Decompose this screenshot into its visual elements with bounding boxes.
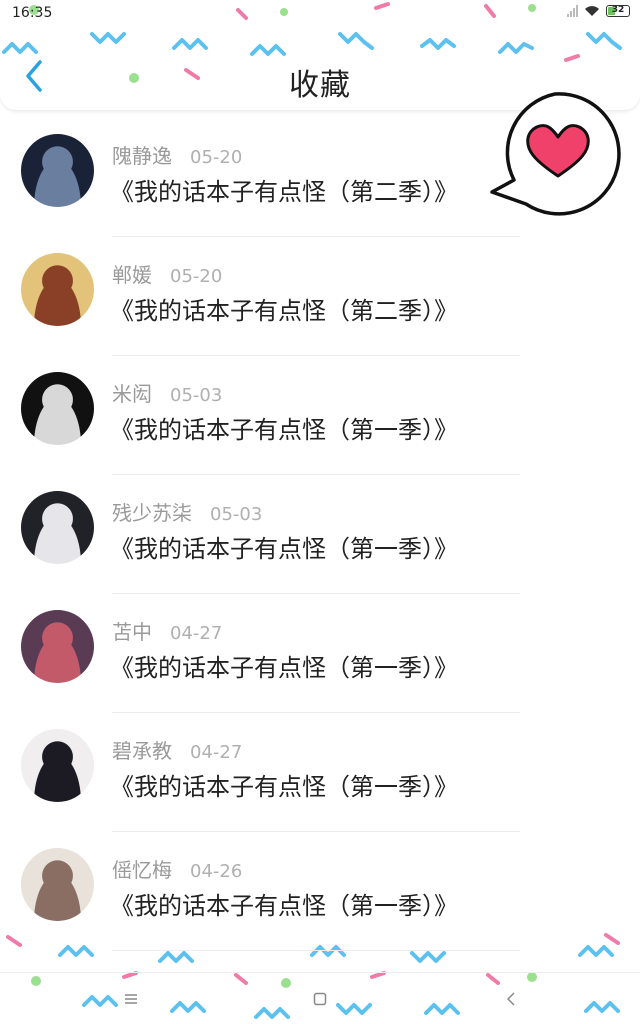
list-item[interactable]: 残少苏柒 05-03 《我的话本子有点怪（第一季）》: [0, 475, 640, 594]
user-name: 苫中: [112, 620, 152, 644]
system-nav-bar: [0, 972, 640, 1024]
item-meta: 傜忆梅 04-26: [112, 854, 242, 883]
list-item[interactable]: 苫中 04-27 《我的话本子有点怪（第一季）》: [0, 594, 640, 713]
favorites-list: 隗静逸 05-20 《我的话本子有点怪（第二季）》 郸媛 05-20 《我的话本子有点怪（…: [0, 118, 640, 951]
item-meta: 米闳 05-03: [112, 378, 222, 407]
item-meta: 碧承教 04-27: [112, 735, 242, 764]
item-date: 05-03: [210, 504, 263, 525]
item-date: 05-03: [170, 385, 223, 406]
menu-button[interactable]: [116, 987, 146, 1011]
item-date: 04-27: [190, 742, 243, 763]
item-date: 04-27: [170, 623, 223, 644]
menu-icon: [125, 994, 137, 1004]
item-meta: 郸媛 05-20: [112, 259, 222, 288]
user-name: 傜忆梅: [112, 858, 172, 882]
user-name: 残少苏柒: [112, 501, 192, 525]
status-icons: 32: [567, 5, 630, 17]
user-name: 隗静逸: [112, 144, 172, 168]
battery-icon: 32: [606, 5, 630, 17]
favorites-screen: 16:35 32 收藏 隗静逸 05-20 《我的话本子有点怪（第二季）》 郸媛…: [0, 0, 640, 1024]
wifi-icon: [584, 5, 600, 17]
item-date: 04-26: [190, 861, 243, 882]
avatar[interactable]: [21, 491, 94, 564]
item-title[interactable]: 《我的话本子有点怪（第一季）》: [110, 648, 458, 683]
item-title[interactable]: 《我的话本子有点怪（第一季）》: [110, 886, 458, 921]
list-item[interactable]: 傜忆梅 04-26 《我的话本子有点怪（第一季）》: [0, 832, 640, 951]
list-item[interactable]: 米闳 05-03 《我的话本子有点怪（第一季）》: [0, 356, 640, 475]
user-name: 郸媛: [112, 263, 152, 287]
avatar[interactable]: [21, 610, 94, 683]
item-title[interactable]: 《我的话本子有点怪（第二季）》: [110, 172, 458, 207]
item-title[interactable]: 《我的话本子有点怪（第一季）》: [110, 767, 458, 802]
list-item[interactable]: 郸媛 05-20 《我的话本子有点怪（第二季）》: [0, 237, 640, 356]
status-time: 16:35: [12, 5, 53, 21]
avatar[interactable]: [21, 253, 94, 326]
nav-back-button[interactable]: [496, 987, 526, 1011]
item-meta: 残少苏柒 05-03: [112, 497, 262, 526]
battery-level: 32: [611, 5, 625, 15]
avatar[interactable]: [21, 372, 94, 445]
item-title[interactable]: 《我的话本子有点怪（第一季）》: [110, 410, 458, 445]
signal-icon: [567, 5, 578, 17]
item-meta: 苫中 04-27: [112, 616, 222, 645]
avatar[interactable]: [21, 729, 94, 802]
item-date: 05-20: [190, 147, 243, 168]
favorite-heart-badge[interactable]: [488, 90, 622, 216]
avatar[interactable]: [21, 848, 94, 921]
item-meta: 隗静逸 05-20: [112, 140, 242, 169]
status-bar: 16:35 32: [0, 0, 640, 26]
item-title[interactable]: 《我的话本子有点怪（第二季）》: [110, 291, 458, 326]
list-item[interactable]: 碧承教 04-27 《我的话本子有点怪（第一季）》: [0, 713, 640, 832]
user-name: 碧承教: [112, 739, 172, 763]
user-name: 米闳: [112, 382, 152, 406]
square-icon: [313, 992, 327, 1006]
item-date: 05-20: [170, 266, 223, 287]
back-icon: [506, 992, 515, 1006]
divider: [112, 950, 520, 951]
item-title[interactable]: 《我的话本子有点怪（第一季）》: [110, 529, 458, 564]
avatar[interactable]: [21, 134, 94, 207]
home-button[interactable]: [305, 987, 335, 1011]
